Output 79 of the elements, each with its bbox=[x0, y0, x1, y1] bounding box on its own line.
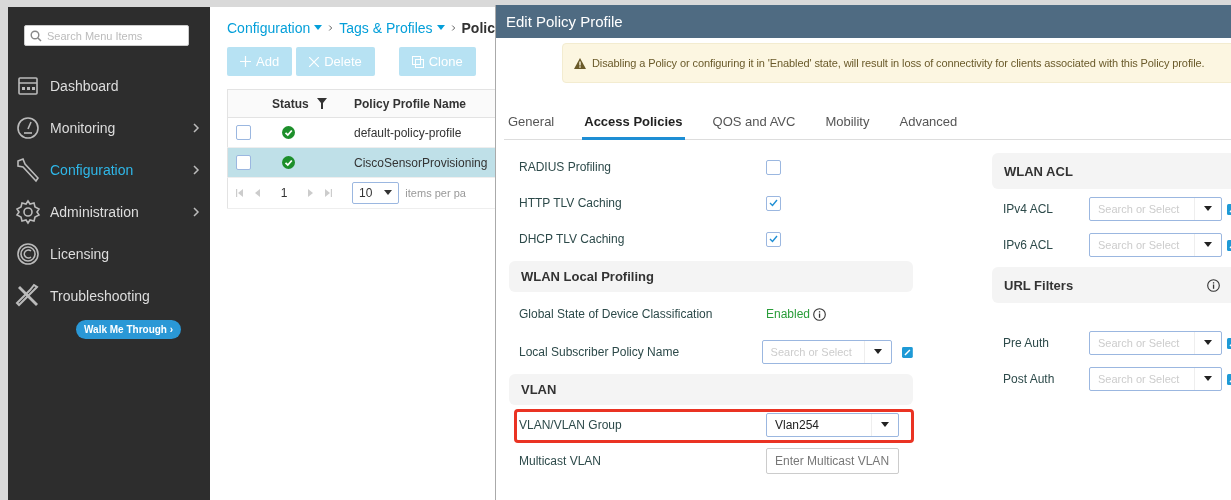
checkbox[interactable] bbox=[766, 231, 781, 247]
input-field[interactable]: Enter Multicast VLAN bbox=[766, 448, 899, 474]
caret-down-icon bbox=[881, 422, 889, 428]
last-page-icon bbox=[325, 189, 332, 197]
checkbox[interactable] bbox=[766, 159, 781, 175]
close-icon bbox=[309, 56, 320, 67]
search-field[interactable]: Search Menu Items bbox=[24, 25, 189, 46]
field-label: Global State of Device Classification bbox=[518, 307, 714, 321]
caret-down-icon bbox=[1204, 206, 1212, 212]
gauge-icon bbox=[16, 116, 40, 140]
checkmark-icon bbox=[769, 235, 778, 243]
field-label: Post Auth bbox=[1002, 372, 1056, 386]
previous-page-icon bbox=[255, 189, 260, 197]
caret-down-icon bbox=[436, 25, 445, 31]
first-page-icon bbox=[236, 189, 243, 197]
tab[interactable]: Advanced bbox=[884, 114, 973, 138]
field-label: DHCP TLV Caching bbox=[518, 232, 626, 246]
caret-down-icon bbox=[1204, 242, 1212, 248]
field-label: Multicast VLAN bbox=[518, 454, 603, 468]
next-page-icon bbox=[308, 189, 313, 197]
breadcrumb-link[interactable]: Polic bbox=[461, 20, 495, 36]
field-label: IPv6 ACL bbox=[1002, 238, 1055, 252]
caret-down-icon bbox=[314, 25, 323, 31]
chevron-right-icon bbox=[450, 23, 456, 33]
tools-icon bbox=[15, 283, 41, 309]
dashboard-icon bbox=[17, 75, 39, 97]
warning-text: Disabling a Policy or configuring it in 'Enabled' state, will result in loss of connectivity for clients associated with this Policy profile. bbox=[592, 57, 1205, 69]
column-header: Policy Profile Name bbox=[348, 89, 495, 118]
chevron-right-icon bbox=[192, 123, 200, 133]
license-icon bbox=[16, 242, 40, 266]
check-circle-icon bbox=[282, 156, 295, 169]
tab[interactable]: General bbox=[504, 114, 570, 138]
section-title: URL Filters bbox=[1004, 277, 1074, 293]
row-checkbox[interactable] bbox=[236, 125, 251, 140]
row-checkbox[interactable] bbox=[236, 155, 251, 170]
caret-down-icon bbox=[1204, 340, 1212, 346]
field-label: Local Subscriber Policy Name bbox=[518, 345, 681, 359]
caret-down-icon bbox=[384, 190, 393, 196]
select-field[interactable]: Vlan254 bbox=[766, 413, 899, 437]
caret-down-icon bbox=[874, 349, 883, 355]
items-per-page-label: items per pa bbox=[405, 187, 466, 199]
gear-icon bbox=[15, 199, 41, 225]
field-label: Pre Auth bbox=[1002, 336, 1051, 350]
sidebar-item[interactable]: Dashboard bbox=[8, 65, 210, 107]
sidebar-item[interactable]: Monitoring bbox=[8, 107, 210, 149]
sidebar-item[interactable]: Administration bbox=[8, 191, 210, 233]
chevron-right-icon bbox=[328, 23, 334, 33]
plus-icon bbox=[240, 56, 251, 67]
sidebar-item[interactable]: Licensing bbox=[8, 233, 210, 275]
column-header: Status bbox=[272, 96, 309, 111]
info-icon bbox=[813, 307, 827, 321]
section-title: WLAN ACL bbox=[1004, 163, 1073, 179]
field-label: VLAN/VLAN Group bbox=[518, 418, 623, 432]
chevron-right-icon bbox=[192, 207, 200, 217]
dialog-title: Edit Policy Profile bbox=[496, 5, 1231, 38]
status-value: Enabled bbox=[766, 307, 811, 321]
section-title: WLAN Local Profiling bbox=[521, 269, 654, 284]
section-title: VLAN bbox=[521, 382, 557, 397]
warning-icon bbox=[574, 57, 586, 69]
wrench-icon bbox=[15, 157, 41, 183]
field-label: HTTP TLV Caching bbox=[518, 196, 623, 210]
caret-down-icon bbox=[1204, 376, 1212, 382]
table-cell: CiscoSensorProvisioning bbox=[348, 147, 495, 178]
chevron-right-icon bbox=[192, 165, 200, 175]
field-label: IPv4 ACL bbox=[1002, 202, 1055, 216]
sidebar-item[interactable]: Configuration bbox=[8, 149, 210, 191]
check-circle-icon bbox=[282, 126, 295, 139]
tab[interactable]: Access Policies bbox=[582, 114, 685, 140]
page-number: 1 bbox=[279, 186, 289, 200]
copy-icon bbox=[411, 55, 424, 68]
field-label: RADIUS Profiling bbox=[518, 160, 613, 174]
checkmark-icon bbox=[769, 199, 778, 207]
sidebar-item[interactable]: Troubleshooting bbox=[8, 275, 210, 317]
checkbox[interactable] bbox=[766, 195, 781, 211]
tab[interactable]: Mobility bbox=[810, 114, 885, 138]
page-size-select[interactable]: 10 bbox=[352, 182, 400, 204]
search-icon bbox=[30, 30, 42, 42]
filter-icon bbox=[316, 98, 327, 109]
tab[interactable]: QOS and AVC bbox=[697, 114, 811, 138]
